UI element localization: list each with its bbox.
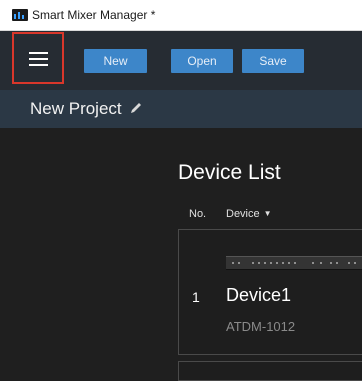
device-image xyxy=(226,256,362,270)
device-name: Device1 xyxy=(226,285,292,305)
project-name[interactable]: New Project xyxy=(30,99,122,119)
window-title: Smart Mixer Manager * xyxy=(32,8,156,22)
save-button[interactable]: Save xyxy=(242,49,304,73)
window-titlebar: Smart Mixer Manager * xyxy=(0,0,362,31)
column-header-device-label: Device xyxy=(226,208,260,220)
open-button[interactable]: Open xyxy=(171,49,233,73)
device-number: 1 xyxy=(192,289,200,305)
column-header-device[interactable]: Device ▼ xyxy=(226,208,272,220)
pencil-icon[interactable] xyxy=(129,101,143,115)
device-card-partial[interactable] xyxy=(178,361,362,381)
hamburger-menu-button[interactable] xyxy=(12,32,64,84)
new-button[interactable]: New xyxy=(84,49,147,73)
device-list-title: Device List xyxy=(178,161,281,184)
device-model: ATDM-1012 xyxy=(226,319,296,334)
app-icon xyxy=(12,9,28,21)
column-header-no: No. xyxy=(189,208,207,220)
caret-down-icon[interactable]: ▼ xyxy=(264,209,272,218)
